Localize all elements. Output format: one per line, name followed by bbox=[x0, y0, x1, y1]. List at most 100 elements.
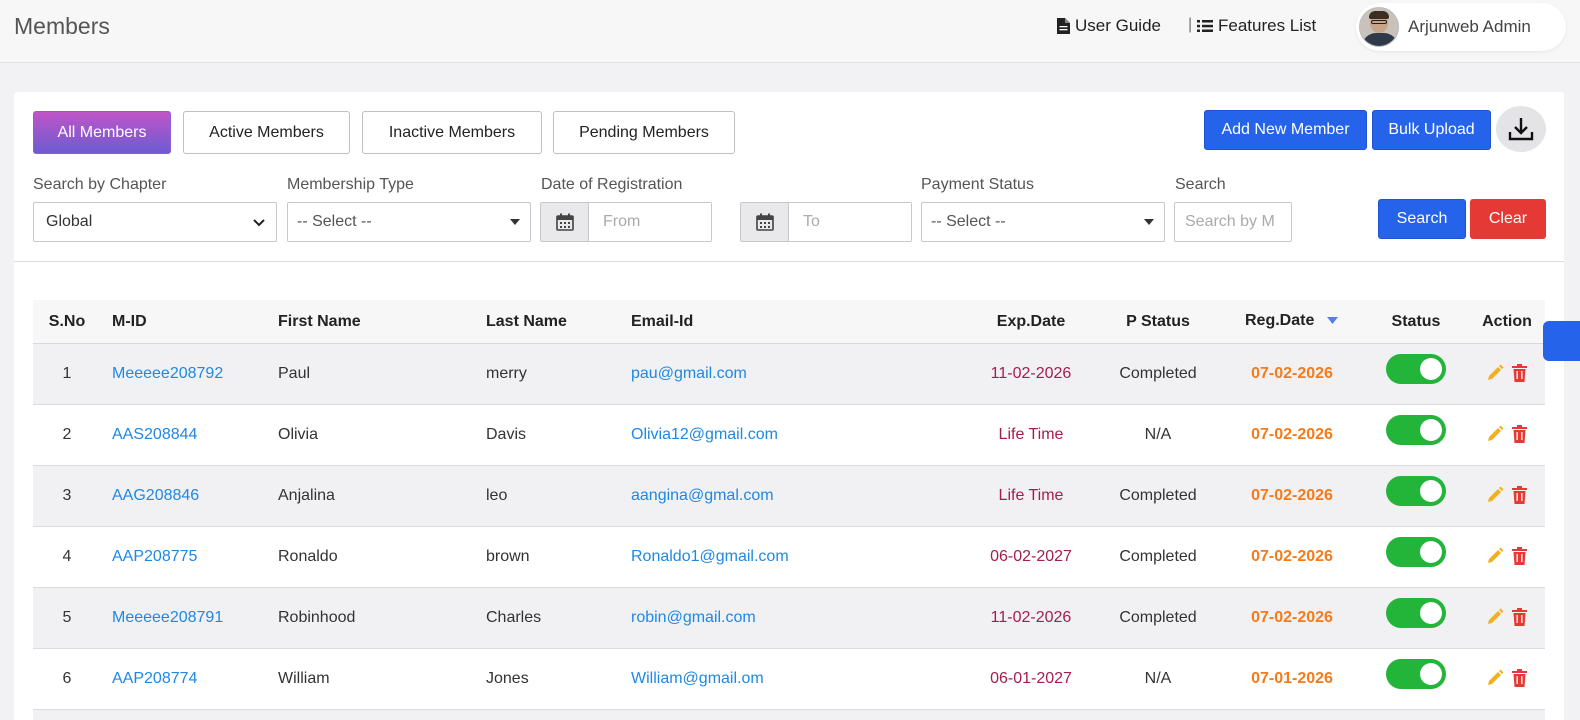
status-toggle[interactable] bbox=[1386, 659, 1446, 689]
cell-sno: 6 bbox=[62, 670, 72, 687]
cell-sno: 2 bbox=[62, 426, 72, 443]
cell-mid-link[interactable]: Meeeee208791 bbox=[112, 609, 223, 627]
status-toggle[interactable] bbox=[1386, 598, 1446, 628]
user-guide-link[interactable]: User Guide bbox=[1057, 16, 1161, 36]
tab-pending-members[interactable]: Pending Members bbox=[553, 111, 735, 154]
chapter-select[interactable]: Global bbox=[33, 202, 277, 242]
membership-type-value: -- Select -- bbox=[297, 213, 372, 230]
search-button[interactable]: Search bbox=[1378, 199, 1466, 239]
calendar-icon bbox=[741, 203, 789, 241]
features-list-link[interactable]: Features List bbox=[1197, 16, 1316, 36]
trash-icon[interactable] bbox=[1512, 364, 1527, 382]
cell-first-name: Robinhood bbox=[278, 609, 356, 626]
trash-icon[interactable] bbox=[1512, 486, 1527, 504]
col-mid: M-ID bbox=[112, 313, 147, 330]
trash-icon[interactable] bbox=[1512, 608, 1527, 626]
cell-email-link[interactable]: Olivia12@gmail.com bbox=[631, 426, 778, 444]
search-input[interactable]: Search by M bbox=[1174, 202, 1292, 242]
cell-mid-link[interactable]: Meeeee208792 bbox=[112, 365, 223, 383]
edit-icon[interactable] bbox=[1486, 486, 1504, 504]
add-new-member-button[interactable]: Add New Member bbox=[1204, 110, 1367, 150]
caret-down-icon bbox=[510, 219, 520, 225]
edit-icon[interactable] bbox=[1486, 425, 1504, 443]
status-toggle[interactable] bbox=[1386, 415, 1446, 445]
cell-exp-date: 06-01-2027 bbox=[990, 670, 1072, 687]
status-toggle[interactable] bbox=[1386, 354, 1446, 384]
cell-last-name: leo bbox=[486, 487, 508, 504]
status-toggle[interactable] bbox=[1386, 537, 1446, 567]
table-row-partial bbox=[33, 710, 1545, 720]
membership-type-select[interactable]: -- Select -- bbox=[287, 202, 531, 242]
payment-status-value: -- Select -- bbox=[931, 213, 1006, 230]
cell-reg-date: 07-02-2026 bbox=[1251, 365, 1333, 382]
cell-email-link[interactable]: Ronaldo1@gmail.com bbox=[631, 548, 789, 566]
cell-reg-date: 07-02-2026 bbox=[1251, 487, 1333, 504]
cell-p-status: N/A bbox=[1144, 670, 1172, 687]
col-last-name: Last Name bbox=[486, 313, 567, 330]
cell-mid-link[interactable]: AAS208844 bbox=[112, 426, 197, 444]
user-guide-label: User Guide bbox=[1075, 16, 1161, 35]
table-row: 5 Meeeee208791 Robinhood Charles robin@g… bbox=[33, 588, 1545, 649]
trash-icon[interactable] bbox=[1512, 547, 1527, 565]
membership-type-label: Membership Type bbox=[287, 176, 414, 193]
cell-email-link[interactable]: William@gmail.om bbox=[631, 670, 764, 688]
trash-icon[interactable] bbox=[1512, 425, 1527, 443]
cell-email-link[interactable]: pau@gmail.com bbox=[631, 365, 747, 383]
cell-email-link[interactable]: aangina@gmal.com bbox=[631, 487, 774, 505]
cell-exp-date: Life Time bbox=[998, 426, 1064, 443]
col-first-name: First Name bbox=[278, 313, 361, 330]
table-row: 6 AAP208774 William Jones William@gmail.… bbox=[33, 649, 1545, 710]
cell-p-status: Completed bbox=[1119, 548, 1197, 565]
cell-email-link[interactable]: robin@gmail.com bbox=[631, 609, 756, 627]
members-card: All Members Active Members Inactive Memb… bbox=[14, 92, 1564, 720]
cell-mid-link[interactable]: AAP208775 bbox=[112, 548, 197, 566]
date-from-group[interactable]: From bbox=[540, 202, 712, 242]
tab-inactive-members[interactable]: Inactive Members bbox=[362, 111, 542, 154]
table-row: 4 AAP208775 Ronaldo brown Ronaldo1@gmail… bbox=[33, 527, 1545, 588]
edit-icon[interactable] bbox=[1486, 547, 1504, 565]
cell-exp-date: 06-02-2027 bbox=[990, 548, 1072, 565]
tab-active-members[interactable]: Active Members bbox=[183, 111, 350, 154]
date-to-group[interactable]: To bbox=[740, 202, 912, 242]
table-row: 2 AAS208844 Olivia Davis Olivia12@gmail.… bbox=[33, 405, 1545, 466]
status-toggle[interactable] bbox=[1386, 476, 1446, 506]
col-sno: S.No bbox=[48, 313, 86, 330]
caret-down-icon bbox=[1144, 219, 1154, 225]
table-row: 1 Meeeee208792 Paul merry pau@gmail.com … bbox=[33, 344, 1545, 405]
date-from-input[interactable]: From bbox=[589, 203, 711, 241]
page-title: Members bbox=[14, 13, 110, 39]
edit-icon[interactable] bbox=[1486, 669, 1504, 687]
trash-icon[interactable] bbox=[1512, 669, 1527, 687]
cell-last-name: merry bbox=[486, 365, 527, 382]
edit-icon[interactable] bbox=[1486, 608, 1504, 626]
bulk-upload-button[interactable]: Bulk Upload bbox=[1372, 110, 1491, 150]
col-reg-date[interactable]: Reg.Date bbox=[1245, 312, 1338, 330]
cell-first-name: Paul bbox=[278, 365, 311, 382]
tab-all-members[interactable]: All Members bbox=[33, 111, 171, 154]
user-menu[interactable]: Arjunweb Admin bbox=[1356, 3, 1566, 51]
date-to-input[interactable]: To bbox=[789, 203, 911, 241]
side-settings-tab[interactable] bbox=[1543, 321, 1580, 361]
cell-first-name: Ronaldo bbox=[278, 548, 338, 565]
download-button[interactable] bbox=[1496, 106, 1546, 152]
cell-p-status: Completed bbox=[1119, 487, 1197, 504]
edit-icon[interactable] bbox=[1486, 364, 1504, 382]
table-header: S.No M-ID First Name Last Name Email-Id … bbox=[33, 300, 1545, 344]
cell-sno: 4 bbox=[62, 548, 72, 565]
divider bbox=[14, 261, 1564, 262]
col-reg-date-label: Reg.Date bbox=[1245, 312, 1315, 329]
payment-status-select[interactable]: -- Select -- bbox=[921, 202, 1165, 242]
download-icon bbox=[1508, 118, 1534, 141]
clear-button[interactable]: Clear bbox=[1470, 199, 1546, 239]
cell-exp-date: 11-02-2026 bbox=[990, 365, 1072, 382]
cell-reg-date: 07-02-2026 bbox=[1251, 426, 1333, 443]
cell-mid-link[interactable]: AAP208774 bbox=[112, 670, 197, 688]
cell-reg-date: 07-01-2026 bbox=[1251, 670, 1333, 687]
registration-date-label: Date of Registration bbox=[541, 176, 683, 193]
search-label: Search bbox=[1175, 176, 1226, 193]
sort-down-icon bbox=[1326, 317, 1338, 324]
cell-last-name: Charles bbox=[486, 609, 542, 626]
col-email: Email-Id bbox=[631, 313, 694, 330]
cell-reg-date: 07-02-2026 bbox=[1251, 609, 1333, 626]
cell-mid-link[interactable]: AAG208846 bbox=[112, 487, 199, 505]
